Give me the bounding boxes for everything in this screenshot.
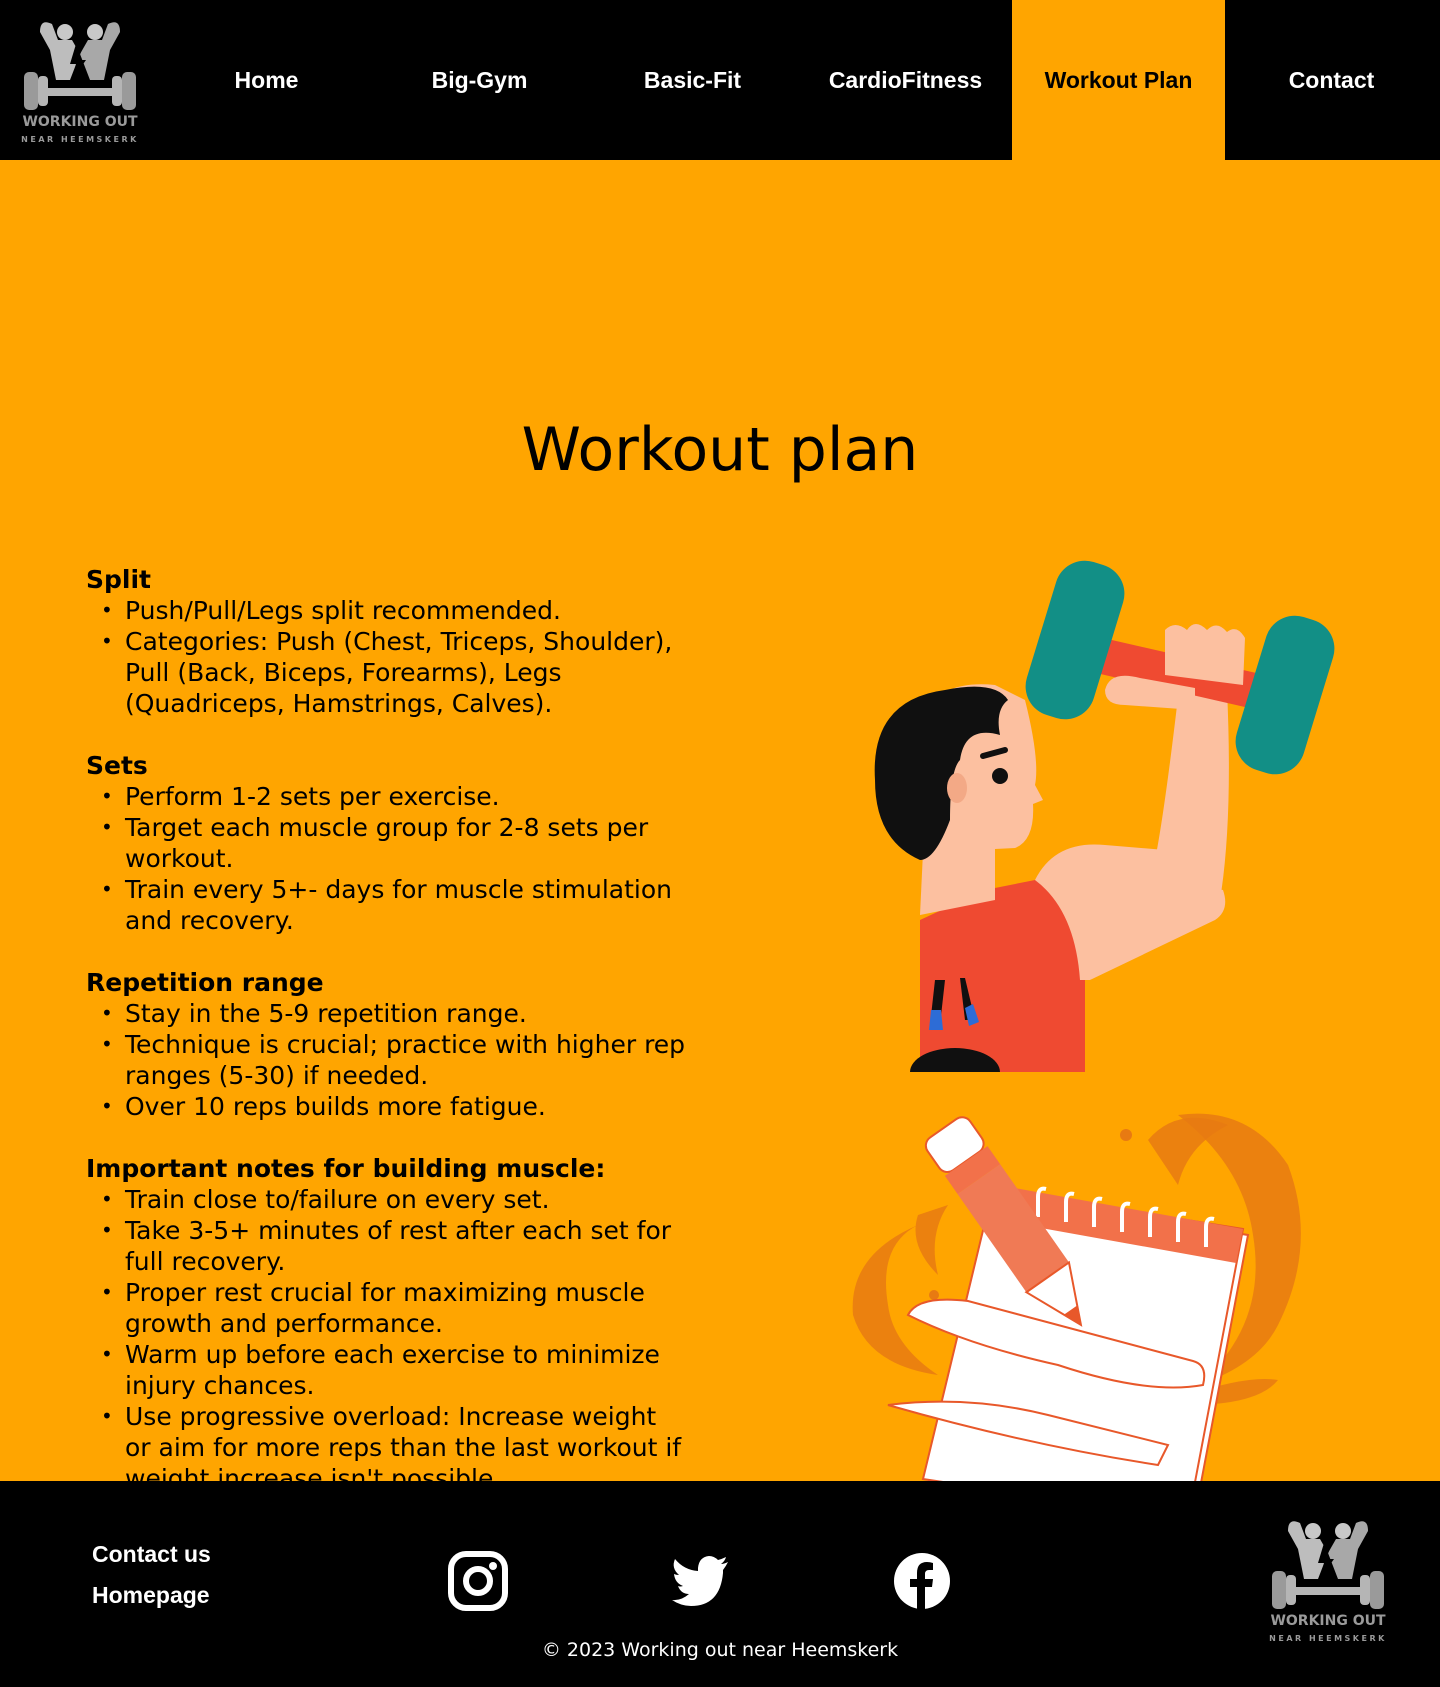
list-item: Technique is crucial; practice with high… [101, 1029, 686, 1091]
site-logo[interactable]: WORKING OUT NEAR HEEMSKERK [0, 0, 160, 160]
bullet-list: Train close to/failure on every set. Tak… [86, 1184, 686, 1494]
site-header: WORKING OUT NEAR HEEMSKERK Home Big-Gym … [0, 0, 1440, 160]
workout-plan-content: Split Push/Pull/Legs split recommended. … [86, 564, 686, 1525]
list-item: Take 3-5+ minutes of rest after each set… [101, 1215, 686, 1277]
bullet-list: Stay in the 5-9 repetition range. Techni… [86, 998, 686, 1122]
footer-logo[interactable]: WORKING OUT NEAR HEEMSKERK [1258, 1509, 1398, 1653]
instagram-icon[interactable] [448, 1551, 508, 1611]
page-title: Workout plan [521, 415, 919, 485]
svg-text:WORKING OUT: WORKING OUT [22, 114, 138, 130]
section-repetition-range: Repetition range Stay in the 5-9 repetit… [86, 967, 686, 1122]
list-item: Train close to/failure on every set. [101, 1184, 686, 1215]
list-item: Target each muscle group for 2-8 sets pe… [101, 812, 686, 874]
twitter-icon[interactable] [670, 1551, 730, 1611]
list-item: Train every 5+- days for muscle stimulat… [101, 874, 686, 936]
main-content: Workout plan Split Push/Pull/Legs split … [0, 160, 1440, 1525]
list-item: Over 10 reps builds more fatigue. [101, 1091, 686, 1122]
notepad-illustration [852, 1113, 1301, 1525]
svg-text:WORKING OUT: WORKING OUT [1270, 1613, 1386, 1629]
list-item: Warm up before each exercise to minimize… [101, 1339, 686, 1401]
section-sets: Sets Perform 1-2 sets per exercise. Targ… [86, 750, 686, 936]
svg-text:NEAR HEEMSKERK: NEAR HEEMSKERK [21, 135, 139, 144]
bullet-list: Perform 1-2 sets per exercise. Target ea… [86, 781, 686, 936]
logo-icon: WORKING OUT NEAR HEEMSKERK [21, 22, 139, 144]
list-item: Categories: Push (Chest, Triceps, Should… [101, 626, 686, 719]
section-split: Split Push/Pull/Legs split recommended. … [86, 564, 686, 719]
list-item: Proper rest crucial for maximizing muscl… [101, 1277, 686, 1339]
section-heading: Repetition range [86, 968, 324, 997]
section-important-notes: Important notes for building muscle: Tra… [86, 1153, 686, 1494]
list-item: Push/Pull/Legs split recommended. [101, 595, 686, 626]
copyright-text: © 2023 Working out near Heemskerk [541, 1639, 899, 1661]
main-nav: Home Big-Gym Basic-Fit CardioFitness Wor… [160, 0, 1440, 160]
footer-link-homepage[interactable]: Homepage [92, 1582, 211, 1609]
section-heading: Important notes for building muscle: [86, 1154, 606, 1183]
bullet-list: Push/Pull/Legs split recommended. Catego… [86, 595, 686, 719]
section-heading: Sets [86, 751, 148, 780]
nav-basic-fit[interactable]: Basic-Fit [586, 0, 799, 160]
logo-icon: WORKING OUT NEAR HEEMSKERK [1269, 1521, 1386, 1643]
nav-contact[interactable]: Contact [1225, 0, 1438, 160]
site-footer: Contact us Homepage WORKING OUT NEAR HEE… [0, 1481, 1440, 1687]
list-item: Perform 1-2 sets per exercise. [101, 781, 686, 812]
list-item: Stay in the 5-9 repetition range. [101, 998, 686, 1029]
weightlifter-illustration [874, 560, 1335, 1072]
footer-links: Contact us Homepage [92, 1541, 211, 1623]
footer-link-contact-us[interactable]: Contact us [92, 1541, 211, 1568]
nav-cardiofitness[interactable]: CardioFitness [799, 0, 1012, 160]
nav-home[interactable]: Home [160, 0, 373, 160]
nav-big-gym[interactable]: Big-Gym [373, 0, 586, 160]
section-heading: Split [86, 565, 151, 594]
nav-workout-plan[interactable]: Workout Plan [1012, 0, 1225, 160]
facebook-icon[interactable] [892, 1551, 952, 1611]
